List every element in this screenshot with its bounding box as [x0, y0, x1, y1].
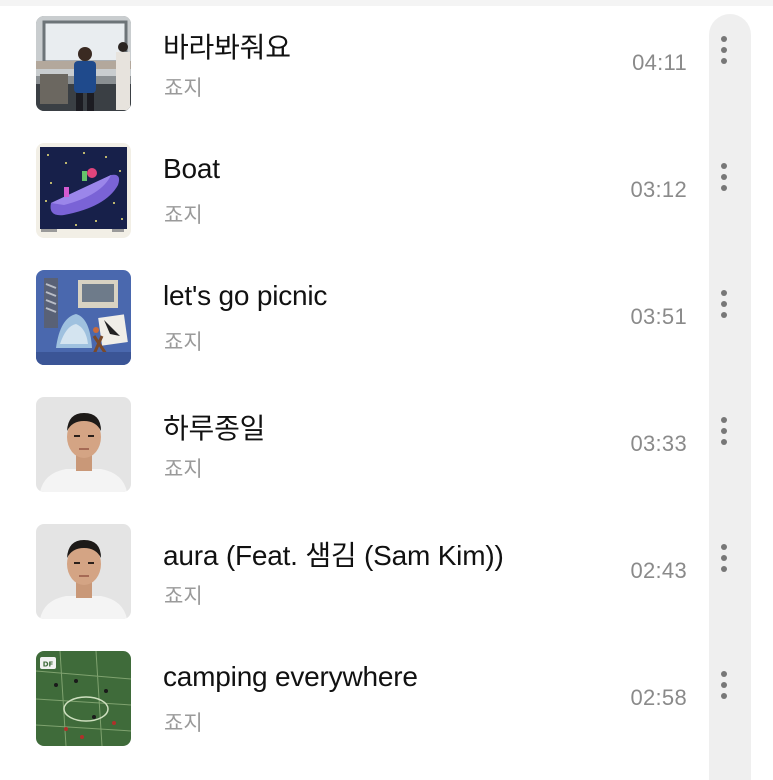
album-art-portrait[interactable]	[36, 524, 131, 619]
track-list: 바라봐줘요 죠지 04:11 Boat 죠지 03:12 let's go pi…	[0, 0, 773, 780]
track-artist[interactable]: 죠지	[164, 453, 203, 483]
track-duration: 02:43	[630, 558, 687, 583]
track-title[interactable]: 바라봐줘요	[163, 26, 291, 66]
track-artist[interactable]: 죠지	[164, 707, 203, 737]
album-art-picnic[interactable]	[36, 270, 131, 365]
track-row[interactable]: DF camping everywhere 죠지 02:58	[0, 635, 773, 762]
track-title[interactable]: aura (Feat. 샘김 (Sam Kim))	[163, 534, 504, 574]
track-title[interactable]: let's go picnic	[163, 280, 327, 312]
track-list-screen: 바라봐줘요 죠지 04:11 Boat 죠지 03:12 let's go pi…	[0, 0, 773, 780]
more-vertical-icon[interactable]	[709, 411, 739, 451]
track-duration: 02:58	[630, 685, 687, 710]
track-artist[interactable]: 죠지	[164, 326, 203, 356]
track-row[interactable]: aura (Feat. 샘김 (Sam Kim)) 죠지 02:43	[0, 508, 773, 635]
album-art-subway[interactable]	[36, 16, 131, 111]
track-row[interactable]: 하루종일 죠지 03:33	[0, 381, 773, 508]
track-title[interactable]: camping everywhere	[163, 661, 418, 693]
track-title[interactable]: Boat	[163, 153, 220, 185]
track-duration: 03:33	[630, 431, 687, 456]
more-vertical-icon[interactable]	[709, 665, 739, 705]
track-duration: 03:51	[630, 304, 687, 329]
track-title[interactable]: 하루종일	[163, 407, 265, 447]
track-artist[interactable]: 죠지	[164, 199, 203, 229]
track-row[interactable]: let's go picnic 죠지 03:51	[0, 254, 773, 381]
track-row[interactable]: 바라봐줘요 죠지 04:11	[0, 0, 773, 127]
album-art-boat[interactable]	[36, 143, 131, 238]
track-row[interactable]: Boat 죠지 03:12	[0, 127, 773, 254]
track-duration: 03:12	[630, 177, 687, 202]
album-art-portrait[interactable]	[36, 397, 131, 492]
more-vertical-icon[interactable]	[709, 30, 739, 70]
track-artist[interactable]: 죠지	[164, 72, 203, 102]
more-vertical-icon[interactable]	[709, 284, 739, 324]
track-duration: 04:11	[632, 50, 687, 75]
more-vertical-icon[interactable]	[709, 538, 739, 578]
track-artist[interactable]: 죠지	[164, 580, 203, 610]
more-vertical-icon[interactable]	[709, 157, 739, 197]
album-art-camping[interactable]: DF	[36, 651, 131, 746]
album-badge: DF	[43, 661, 54, 669]
